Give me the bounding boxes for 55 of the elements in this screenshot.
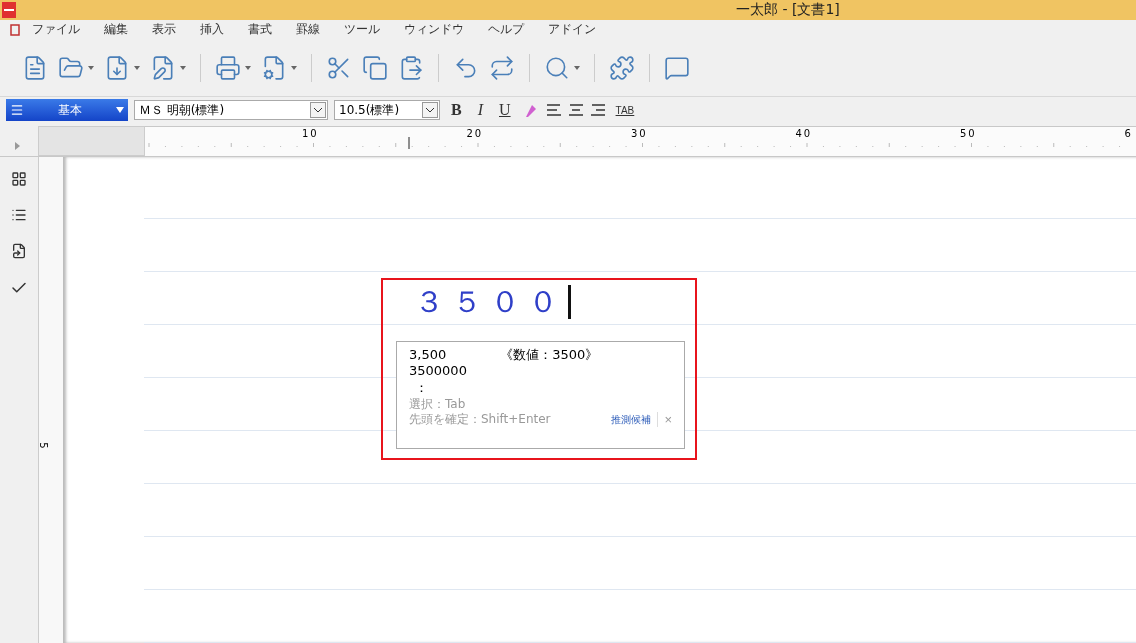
menu-item[interactable]: 罫線 (284, 21, 332, 39)
copy-button[interactable] (362, 54, 388, 81)
caret-icon[interactable] (88, 64, 94, 71)
list-icon[interactable] (11, 207, 27, 223)
caret-icon[interactable] (245, 64, 251, 71)
dropdown-icon[interactable] (310, 102, 326, 118)
printer-button[interactable] (215, 54, 241, 81)
chat-bubble-button[interactable] (664, 54, 690, 81)
style-dropdown[interactable]: 基本 (6, 99, 128, 121)
typed-text: ３５００ (414, 285, 571, 319)
candidate-note: 《数値：3500》 (500, 347, 599, 363)
menu-item[interactable]: ウィンドウ (392, 21, 476, 39)
tab-button[interactable]: TAB (611, 104, 639, 116)
repeat-button[interactable] (489, 54, 515, 81)
menu-item[interactable]: ファイル (20, 21, 92, 39)
caret-icon (116, 107, 124, 113)
caret-icon[interactable] (291, 64, 297, 71)
caret-icon[interactable] (134, 64, 140, 71)
ruler-number: 50 (960, 128, 977, 139)
ruler-number: 30 (631, 128, 648, 139)
format-button[interactable]: I (472, 101, 488, 119)
ruler-number: 20 (466, 128, 484, 139)
puzzle-button[interactable] (609, 54, 635, 81)
more-mark: ： (414, 379, 429, 397)
window-title: 一太郎 - [文書1] (736, 0, 840, 19)
font-select[interactable]: ＭＳ 明朝(標準) (134, 100, 328, 120)
menu-item[interactable]: アドイン (536, 21, 608, 39)
caret-icon[interactable] (180, 64, 186, 71)
ruler-number: 6 (1124, 128, 1133, 139)
candidate-item[interactable]: 3,500 (409, 347, 447, 363)
menu-item[interactable]: 挿入 (188, 21, 236, 39)
menu-icon (10, 103, 24, 117)
ruler-number: 5 (37, 442, 49, 449)
ruler-number: 10 (302, 128, 319, 139)
menu-item[interactable]: ツール (332, 21, 392, 39)
ruler-number: 40 (795, 128, 813, 139)
grid-icon[interactable] (11, 171, 27, 187)
menu-item[interactable]: 表示 (140, 21, 188, 39)
format-button[interactable]: U (494, 101, 516, 119)
align-icon[interactable] (589, 103, 606, 117)
align-icon[interactable] (545, 103, 562, 117)
hint-text: 選択：Tab (409, 397, 467, 412)
format-button[interactable]: B (446, 101, 467, 119)
app-icon[interactable] (2, 1, 16, 18)
size-select[interactable]: 10.5(標準) (334, 100, 440, 120)
dropdown-icon[interactable] (422, 102, 438, 118)
align-icon[interactable] (567, 103, 584, 117)
menu-item[interactable]: ヘルプ (476, 21, 536, 39)
prediction-link[interactable]: 推測候補 (611, 412, 652, 427)
menu-item[interactable]: 書式 (236, 21, 284, 39)
candidate-item[interactable]: 3500000 (409, 363, 467, 379)
menu-item[interactable]: 編集 (92, 21, 140, 39)
document-icon[interactable] (11, 243, 27, 259)
hint-text: 先頭を確定：Shift+Enter (409, 412, 551, 427)
caret-icon[interactable] (574, 64, 580, 71)
